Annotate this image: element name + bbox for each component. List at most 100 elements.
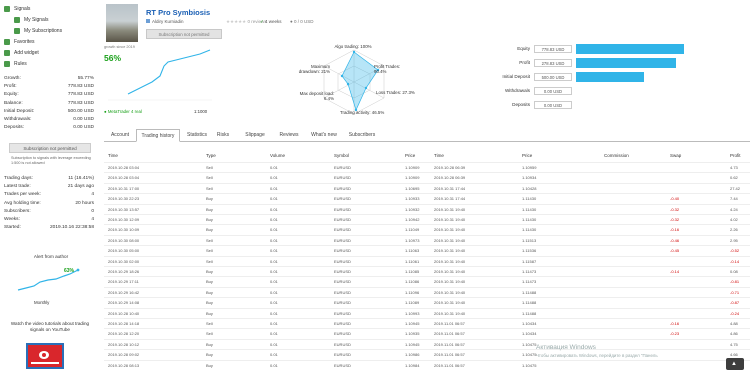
- table-row: 2019.10.30 05:00 Sell 0.01 EURUSD 1.11063 201…: [104, 245, 750, 255]
- signal-title[interactable]: RT Pro Symbiosis: [146, 8, 210, 17]
- table-cell: Buy: [206, 289, 213, 295]
- table-cell: -0.32: [670, 206, 680, 212]
- table-cell: 1.11430: [522, 227, 537, 233]
- column-header[interactable]: Price: [522, 153, 532, 158]
- table-cell: 1.11488: [522, 310, 537, 316]
- tab-statistics[interactable]: Statistics: [182, 129, 212, 142]
- account-stats: Growth: 55.77% Profit: 778.83 USD Equity: 778…: [0, 76, 100, 133]
- tab-account[interactable]: Account: [104, 129, 136, 142]
- tab-slippage[interactable]: Slippage: [240, 129, 270, 142]
- stat-row: Started: 2019.10.16 22:38:58: [0, 225, 100, 233]
- table-cell: 4.88: [730, 321, 738, 326]
- sidebar-item-my-subscriptions[interactable]: My Subscriptions: [0, 25, 100, 36]
- author-name[interactable]: Aldiry Kurniadin: [146, 19, 184, 24]
- table-cell: 1.10475: [522, 362, 537, 368]
- column-header[interactable]: Symbol: [334, 153, 349, 158]
- table-cell: Sell: [206, 258, 213, 264]
- column-header[interactable]: Price: [405, 153, 415, 158]
- windows-watermark-title: Активация Windows: [536, 344, 596, 351]
- sidebar-item-favorites[interactable]: Favorites: [0, 36, 100, 47]
- table-cell: EURUSD: [334, 175, 351, 181]
- column-header[interactable]: Swap: [670, 153, 681, 158]
- table-cell: 2019.10.30 12:09: [108, 217, 140, 222]
- leverage: 1:1000: [194, 109, 208, 114]
- stat-label: Weeks:: [4, 216, 20, 222]
- back-to-top-button[interactable]: ▲: [726, 358, 744, 370]
- table-cell: 2.26: [730, 227, 738, 233]
- tab-risks[interactable]: Risks: [214, 129, 232, 142]
- table-cell: 4.75: [730, 341, 738, 347]
- balance-bar: [576, 44, 684, 54]
- table-cell: 1.11473: [522, 279, 537, 285]
- tab-reviews[interactable]: Reviews: [276, 129, 302, 142]
- column-header[interactable]: Volume: [270, 153, 285, 158]
- table-row: 2019.10.29 14:08 Buy 0.01 EURUSD 1.11089 2019…: [104, 297, 750, 307]
- column-header[interactable]: Time: [108, 153, 118, 158]
- author-widget[interactable]: Alert from author 63% Monthly: [12, 254, 90, 314]
- tab-trading-history[interactable]: Trading history: [136, 129, 180, 142]
- table-cell: 2019.10.30 22:23: [108, 196, 140, 202]
- table-cell: 2019.10.31 19:40: [434, 279, 466, 285]
- author-widget-title: Alert from author: [33, 254, 69, 259]
- table-cell: 1.10475: [522, 352, 537, 358]
- table-cell: 1.10434: [522, 331, 537, 337]
- column-header[interactable]: Time: [434, 153, 444, 158]
- nav-icon: [14, 16, 20, 23]
- radar-label-deposit: Max deposit load: 6.4%: [299, 91, 334, 101]
- sidebar-item-rules[interactable]: Rules: [0, 58, 100, 69]
- weeks-info: ✓ 4 weeks: [260, 19, 282, 24]
- subscribe-button[interactable]: Subscription not permitted: [9, 143, 91, 153]
- table-cell: 0.01: [270, 165, 278, 170]
- table-cell: 0.01: [270, 300, 278, 306]
- sidebar-item-my-signals[interactable]: My Signals: [0, 14, 100, 25]
- table-row: 2019.10.28 14:18 Sell 0.01 EURUSD 1.10945 201…: [104, 318, 750, 328]
- table-cell: 2019.10.29 18:26: [108, 269, 140, 274]
- user-icon: ●: [290, 19, 293, 24]
- table-cell: Buy: [206, 300, 213, 306]
- stat-value: 21 days ago: [67, 184, 94, 190]
- table-cell: 1.10973: [405, 237, 420, 243]
- mt-platform[interactable]: ● MetaTrader 4 real: [104, 109, 142, 114]
- stat-label: Deposits:: [4, 125, 24, 131]
- balance-label: Profit: [519, 60, 530, 65]
- tab-subscribers[interactable]: Subscribers: [342, 129, 382, 142]
- column-header[interactable]: Type: [206, 153, 216, 158]
- youtube-icon[interactable]: [26, 343, 64, 369]
- stat-row: Trading days: 11 (16.41%): [0, 176, 100, 184]
- growth-chart: [108, 49, 212, 101]
- sidebar-item-signals[interactable]: Signals: [0, 3, 100, 14]
- stat-value: 500.00 USD: [67, 108, 94, 114]
- table-cell: 2019.10.31 17:44: [434, 185, 466, 191]
- stat-label: Growth:: [4, 76, 21, 81]
- table-cell: 2019.10.30 08:00: [108, 237, 140, 243]
- table-cell: Buy: [206, 279, 213, 285]
- stat-value: 778.83 USD: [67, 100, 94, 106]
- table-cell: 1.11488: [522, 300, 537, 306]
- table-cell: 1.11049: [405, 227, 420, 233]
- table-cell: 2019.10.31 19:40: [434, 248, 466, 254]
- table-cell: 2019.10.31 19:40: [434, 289, 466, 295]
- table-row: 2019.10.30 13:57 Buy 0.01 EURUSD 1.10932 2019…: [104, 203, 750, 214]
- table-cell: 2019.10.28 14:18: [108, 321, 140, 326]
- stat-row: Weeks: 4: [0, 217, 100, 225]
- sidebar-item-add-widget[interactable]: Add widget: [0, 47, 100, 58]
- video-note[interactable]: Watch the video tutorials about trading …: [10, 321, 90, 333]
- table-cell: -0.23: [670, 331, 680, 337]
- table-cell: -0.14: [670, 269, 680, 274]
- table-cell: 1.11061: [405, 258, 420, 264]
- balance-value: 778.83 USD: [534, 45, 572, 53]
- header-subscribe-button[interactable]: Subscription not permitted: [146, 29, 222, 39]
- column-header[interactable]: Profit: [730, 153, 741, 158]
- column-header[interactable]: Commission: [604, 153, 629, 158]
- table-cell: 2019.10.28 10:12: [108, 341, 140, 347]
- table-cell: 2.95: [730, 237, 738, 243]
- table-cell: 4.24: [730, 206, 738, 212]
- stat-value: 0.00 USD: [73, 116, 94, 122]
- table-cell: EURUSD: [334, 227, 351, 233]
- table-cell: -0.46: [670, 237, 680, 243]
- tab-what-s-new[interactable]: What's new: [306, 129, 342, 142]
- table-cell: -0.87: [730, 300, 740, 306]
- table-cell: -0.24: [730, 310, 740, 316]
- radar-label-activity: Trading activity: 46.5%: [340, 110, 385, 115]
- balance-value: 500.00 USD: [534, 73, 572, 81]
